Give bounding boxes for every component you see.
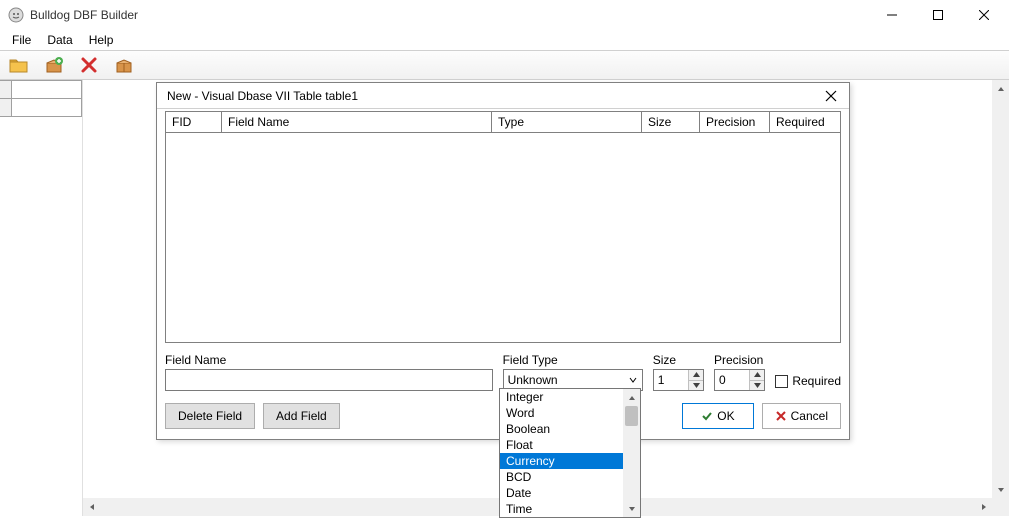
add-field-button[interactable]: Add Field — [263, 403, 340, 429]
minimize-button[interactable] — [869, 0, 915, 30]
dropdown-option[interactable]: Integer — [500, 389, 623, 405]
scrollbar-thumb[interactable] — [625, 406, 638, 426]
col-precision[interactable]: Precision — [700, 112, 770, 132]
precision-label: Precision — [714, 353, 765, 367]
left-panel — [0, 80, 82, 516]
cancel-button[interactable]: Cancel — [762, 403, 841, 429]
dropdown-option[interactable]: Time — [500, 501, 623, 517]
dropdown-scrollbar[interactable] — [623, 389, 640, 517]
close-button[interactable] — [961, 0, 1007, 30]
size-up-button[interactable] — [689, 370, 703, 381]
required-checkbox[interactable] — [775, 375, 788, 388]
fieldname-label: Field Name — [165, 353, 493, 367]
dropdown-option[interactable]: Currency — [500, 453, 623, 469]
app-icon — [8, 7, 24, 23]
ok-button[interactable]: OK — [682, 403, 753, 429]
fieldtype-dropdown[interactable]: IntegerWordBooleanFloatCurrencyBCDDateTi… — [499, 388, 641, 518]
precision-down-button[interactable] — [750, 381, 764, 391]
dropdown-option[interactable]: Float — [500, 437, 623, 453]
menu-file[interactable]: File — [4, 31, 39, 49]
scroll-left-icon[interactable] — [83, 498, 100, 515]
open-folder-button[interactable] — [2, 51, 36, 79]
dialog-titlebar[interactable]: New - Visual Dbase VII Table table1 — [157, 83, 849, 109]
left-grid — [0, 80, 82, 117]
delete-x-button[interactable] — [72, 51, 106, 79]
scroll-up-icon[interactable] — [623, 389, 640, 406]
size-value: 1 — [658, 373, 665, 387]
dropdown-option[interactable]: Date — [500, 485, 623, 501]
chevron-down-icon — [626, 373, 640, 387]
col-fid[interactable]: FID — [166, 112, 222, 132]
col-fieldname[interactable]: Field Name — [222, 112, 492, 132]
scroll-right-icon[interactable] — [975, 498, 992, 515]
col-size[interactable]: Size — [642, 112, 700, 132]
precision-value: 0 — [719, 373, 726, 387]
check-icon — [701, 410, 713, 422]
x-icon — [775, 410, 787, 422]
grid-header: FID Field Name Type Size Precision Requi… — [166, 112, 840, 133]
vertical-scrollbar[interactable] — [992, 80, 1009, 498]
dialog-close-button[interactable] — [819, 84, 843, 108]
dropdown-option[interactable]: Word — [500, 405, 623, 421]
precision-up-button[interactable] — [750, 370, 764, 381]
col-required[interactable]: Required — [770, 112, 840, 132]
menu-data[interactable]: Data — [39, 31, 80, 49]
toolbar — [0, 50, 1009, 80]
dropdown-option[interactable]: BCD — [500, 469, 623, 485]
menu-help[interactable]: Help — [81, 31, 122, 49]
dropdown-option[interactable]: Boolean — [500, 421, 623, 437]
add-to-box-button[interactable] — [37, 51, 71, 79]
new-table-dialog: New - Visual Dbase VII Table table1 FID … — [156, 82, 850, 440]
box-button[interactable] — [107, 51, 141, 79]
scroll-down-icon[interactable] — [992, 481, 1009, 498]
fields-grid[interactable]: FID Field Name Type Size Precision Requi… — [165, 111, 841, 343]
size-spinner[interactable]: 1 — [653, 369, 704, 391]
scroll-up-icon[interactable] — [992, 80, 1009, 97]
dialog-title: New - Visual Dbase VII Table table1 — [167, 89, 358, 103]
size-label: Size — [653, 353, 704, 367]
menu-bar: File Data Help — [0, 30, 1009, 50]
required-label: Required — [792, 374, 841, 388]
scroll-down-icon[interactable] — [623, 500, 640, 517]
window-title: Bulldog DBF Builder — [30, 8, 138, 22]
precision-spinner[interactable]: 0 — [714, 369, 765, 391]
size-down-button[interactable] — [689, 381, 703, 391]
window-titlebar: Bulldog DBF Builder — [0, 0, 1009, 30]
fieldname-input[interactable] — [165, 369, 493, 391]
col-type[interactable]: Type — [492, 112, 642, 132]
maximize-button[interactable] — [915, 0, 961, 30]
fieldtype-value: Unknown — [508, 373, 558, 387]
delete-field-button[interactable]: Delete Field — [165, 403, 255, 429]
fieldtype-label: Field Type — [503, 353, 643, 367]
